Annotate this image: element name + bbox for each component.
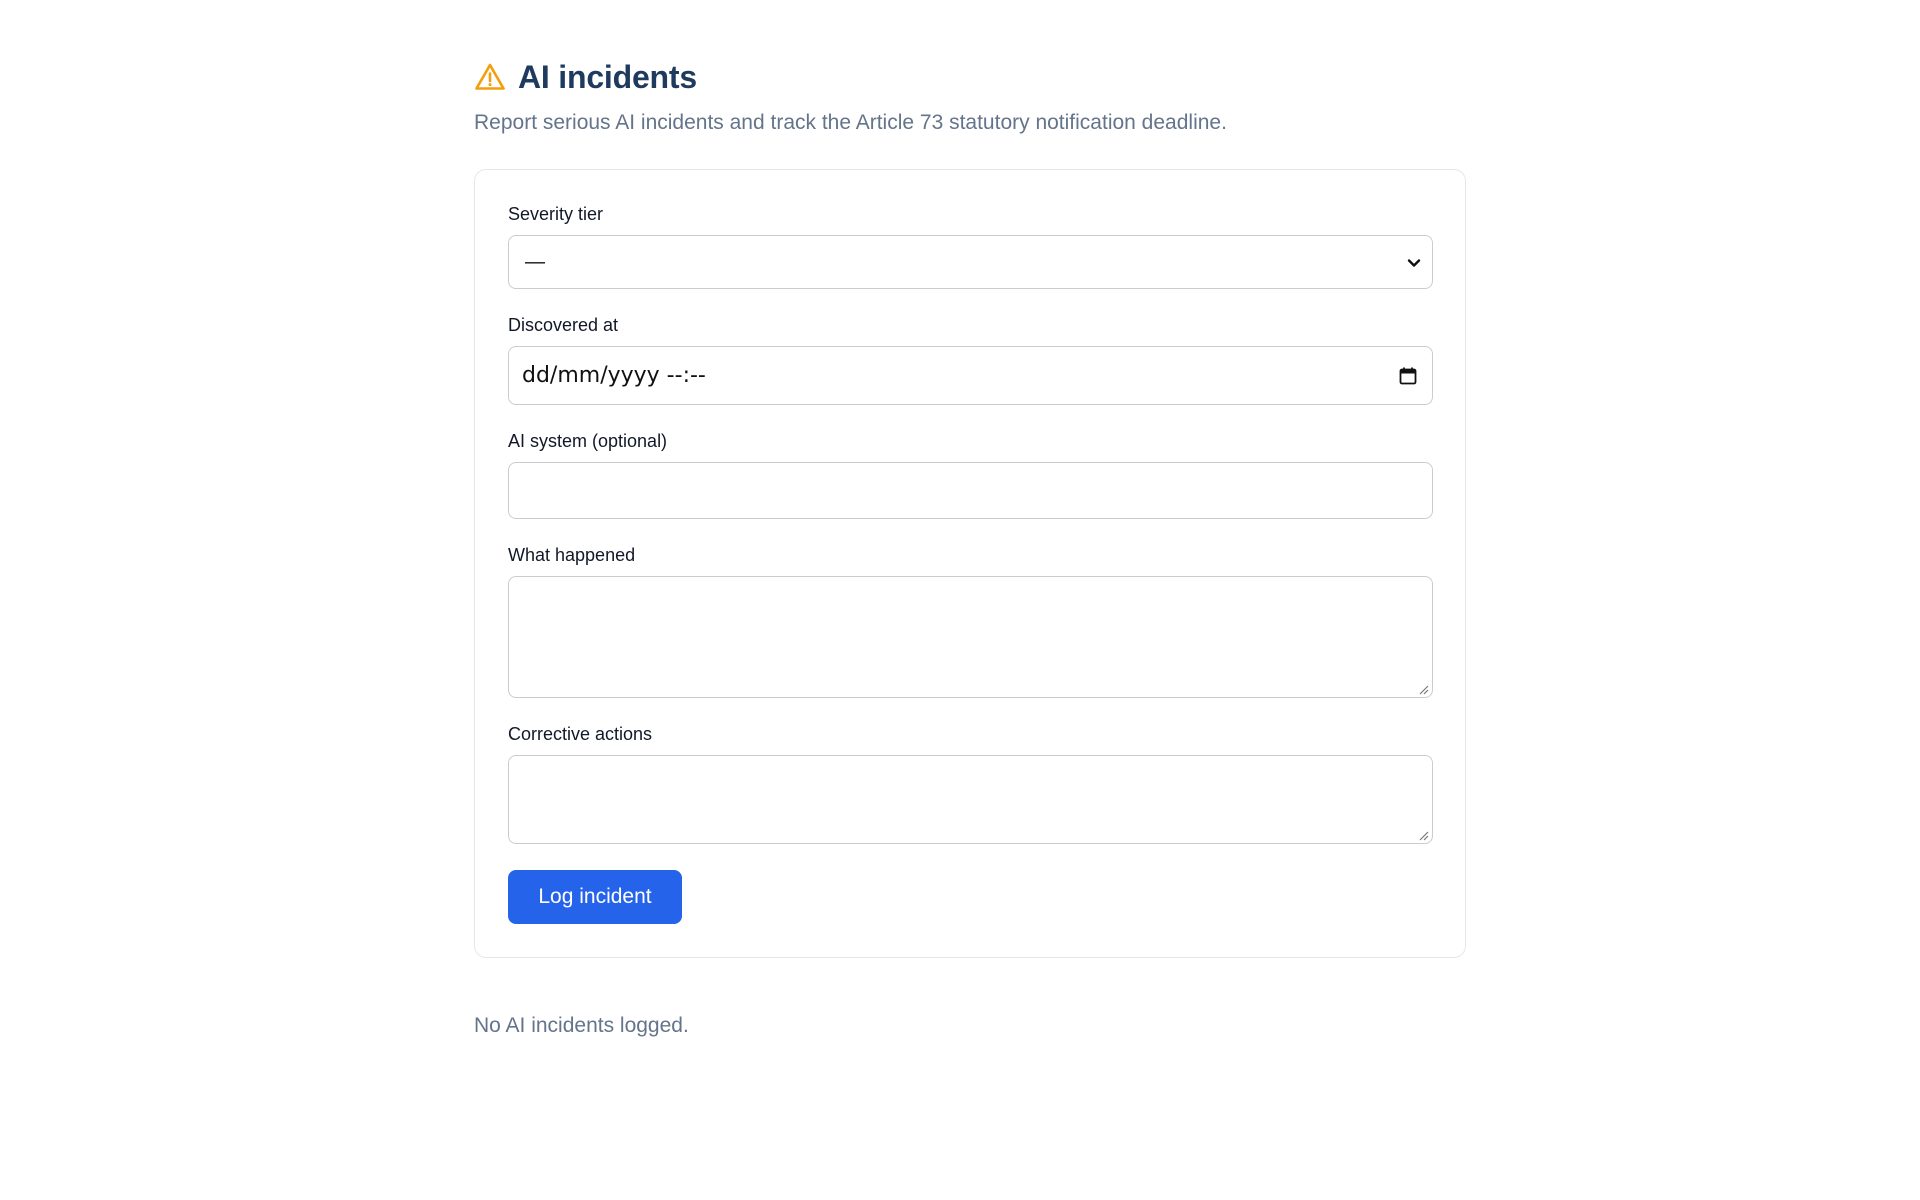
what-happened-label: What happened bbox=[508, 545, 636, 565]
discovered-label: Discovered at bbox=[508, 315, 619, 335]
page-title: AI incidents bbox=[518, 58, 697, 95]
page-header: AI incidents bbox=[474, 58, 1466, 96]
empty-incidents-message: No AI incidents logged. bbox=[474, 1014, 689, 1037]
severity-select[interactable]: — bbox=[508, 235, 1433, 289]
severity-field: Severity tier — bbox=[508, 204, 1433, 289]
warning-triangle-icon bbox=[474, 60, 508, 94]
discovered-datetime-input[interactable]: dd/mm/yyyy --:-- bbox=[508, 346, 1433, 405]
calendar-icon[interactable] bbox=[1398, 366, 1418, 386]
resize-grip-icon[interactable] bbox=[1417, 682, 1429, 695]
what-happened-textarea[interactable] bbox=[508, 576, 1433, 698]
ai-incidents-page: AI incidents Report serious AI incidents… bbox=[474, 58, 1466, 1038]
discovered-field: Discovered at dd/mm/yyyy --:-- bbox=[508, 315, 1433, 405]
ai-system-input[interactable] bbox=[508, 462, 1433, 519]
ai-system-label: AI system (optional) bbox=[508, 431, 668, 451]
discovered-placeholder: dd/mm/yyyy --:-- bbox=[522, 363, 706, 388]
incident-form-card: Severity tier — Discovered at dd/mm/yyyy… bbox=[474, 169, 1466, 958]
chevron-down-icon bbox=[1406, 254, 1422, 270]
corrective-actions-field: Corrective actions bbox=[508, 724, 1433, 844]
log-incident-button[interactable]: Log incident bbox=[508, 870, 682, 924]
severity-label: Severity tier bbox=[508, 204, 604, 224]
what-happened-field: What happened bbox=[508, 545, 1433, 698]
page-subtitle: Report serious AI incidents and track th… bbox=[474, 111, 1227, 134]
corrective-actions-label: Corrective actions bbox=[508, 724, 653, 744]
corrective-actions-textarea[interactable] bbox=[508, 755, 1433, 844]
resize-grip-icon[interactable] bbox=[1417, 828, 1429, 841]
severity-selected-value: — bbox=[525, 250, 545, 273]
ai-system-field: AI system (optional) bbox=[508, 431, 1433, 519]
